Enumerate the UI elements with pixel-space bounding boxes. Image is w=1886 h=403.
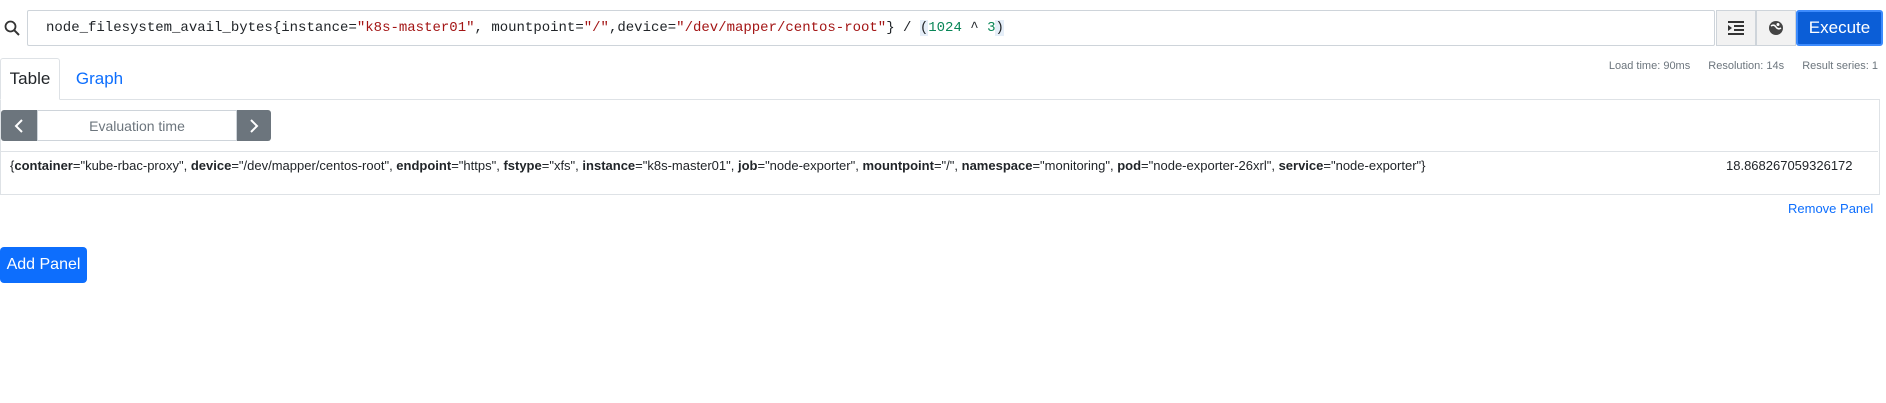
search-icon[interactable] xyxy=(0,8,24,48)
tab-graph[interactable]: Graph xyxy=(62,58,137,100)
format-icon[interactable] xyxy=(1716,10,1756,46)
row-divider xyxy=(1,151,1878,152)
next-time-button[interactable] xyxy=(237,110,271,141)
query-stats: Load time: 90ms Resolution: 14s Result s… xyxy=(1594,60,1878,72)
chevron-right-icon xyxy=(250,118,259,133)
series-value: 18.868267059326172 xyxy=(1726,158,1853,173)
table-panel xyxy=(0,99,1880,195)
expression-text[interactable]: node_filesystem_avail_bytes{instance="k8… xyxy=(46,20,1004,36)
metrics-explorer-icon[interactable] xyxy=(1756,10,1796,46)
series-labels: {container="kube-rbac-proxy", device="/d… xyxy=(10,158,1426,173)
evaluation-time-input[interactable]: Evaluation time xyxy=(37,110,237,141)
previous-time-button[interactable] xyxy=(1,110,37,141)
load-time: Load time: 90ms xyxy=(1608,60,1691,72)
execute-button[interactable]: Execute xyxy=(1796,10,1883,46)
query-bar: node_filesystem_avail_bytes{instance="k8… xyxy=(0,8,1886,48)
result-series: Result series: 1 xyxy=(1802,60,1878,72)
resolution: Resolution: 14s xyxy=(1708,60,1785,72)
add-panel-button[interactable]: Add Panel xyxy=(0,247,87,283)
expression-input[interactable]: node_filesystem_avail_bytes{instance="k8… xyxy=(27,10,1715,46)
chevron-left-icon xyxy=(14,118,23,133)
remove-panel-link[interactable]: Remove Panel xyxy=(1788,201,1873,216)
tab-table[interactable]: Table xyxy=(0,58,60,100)
